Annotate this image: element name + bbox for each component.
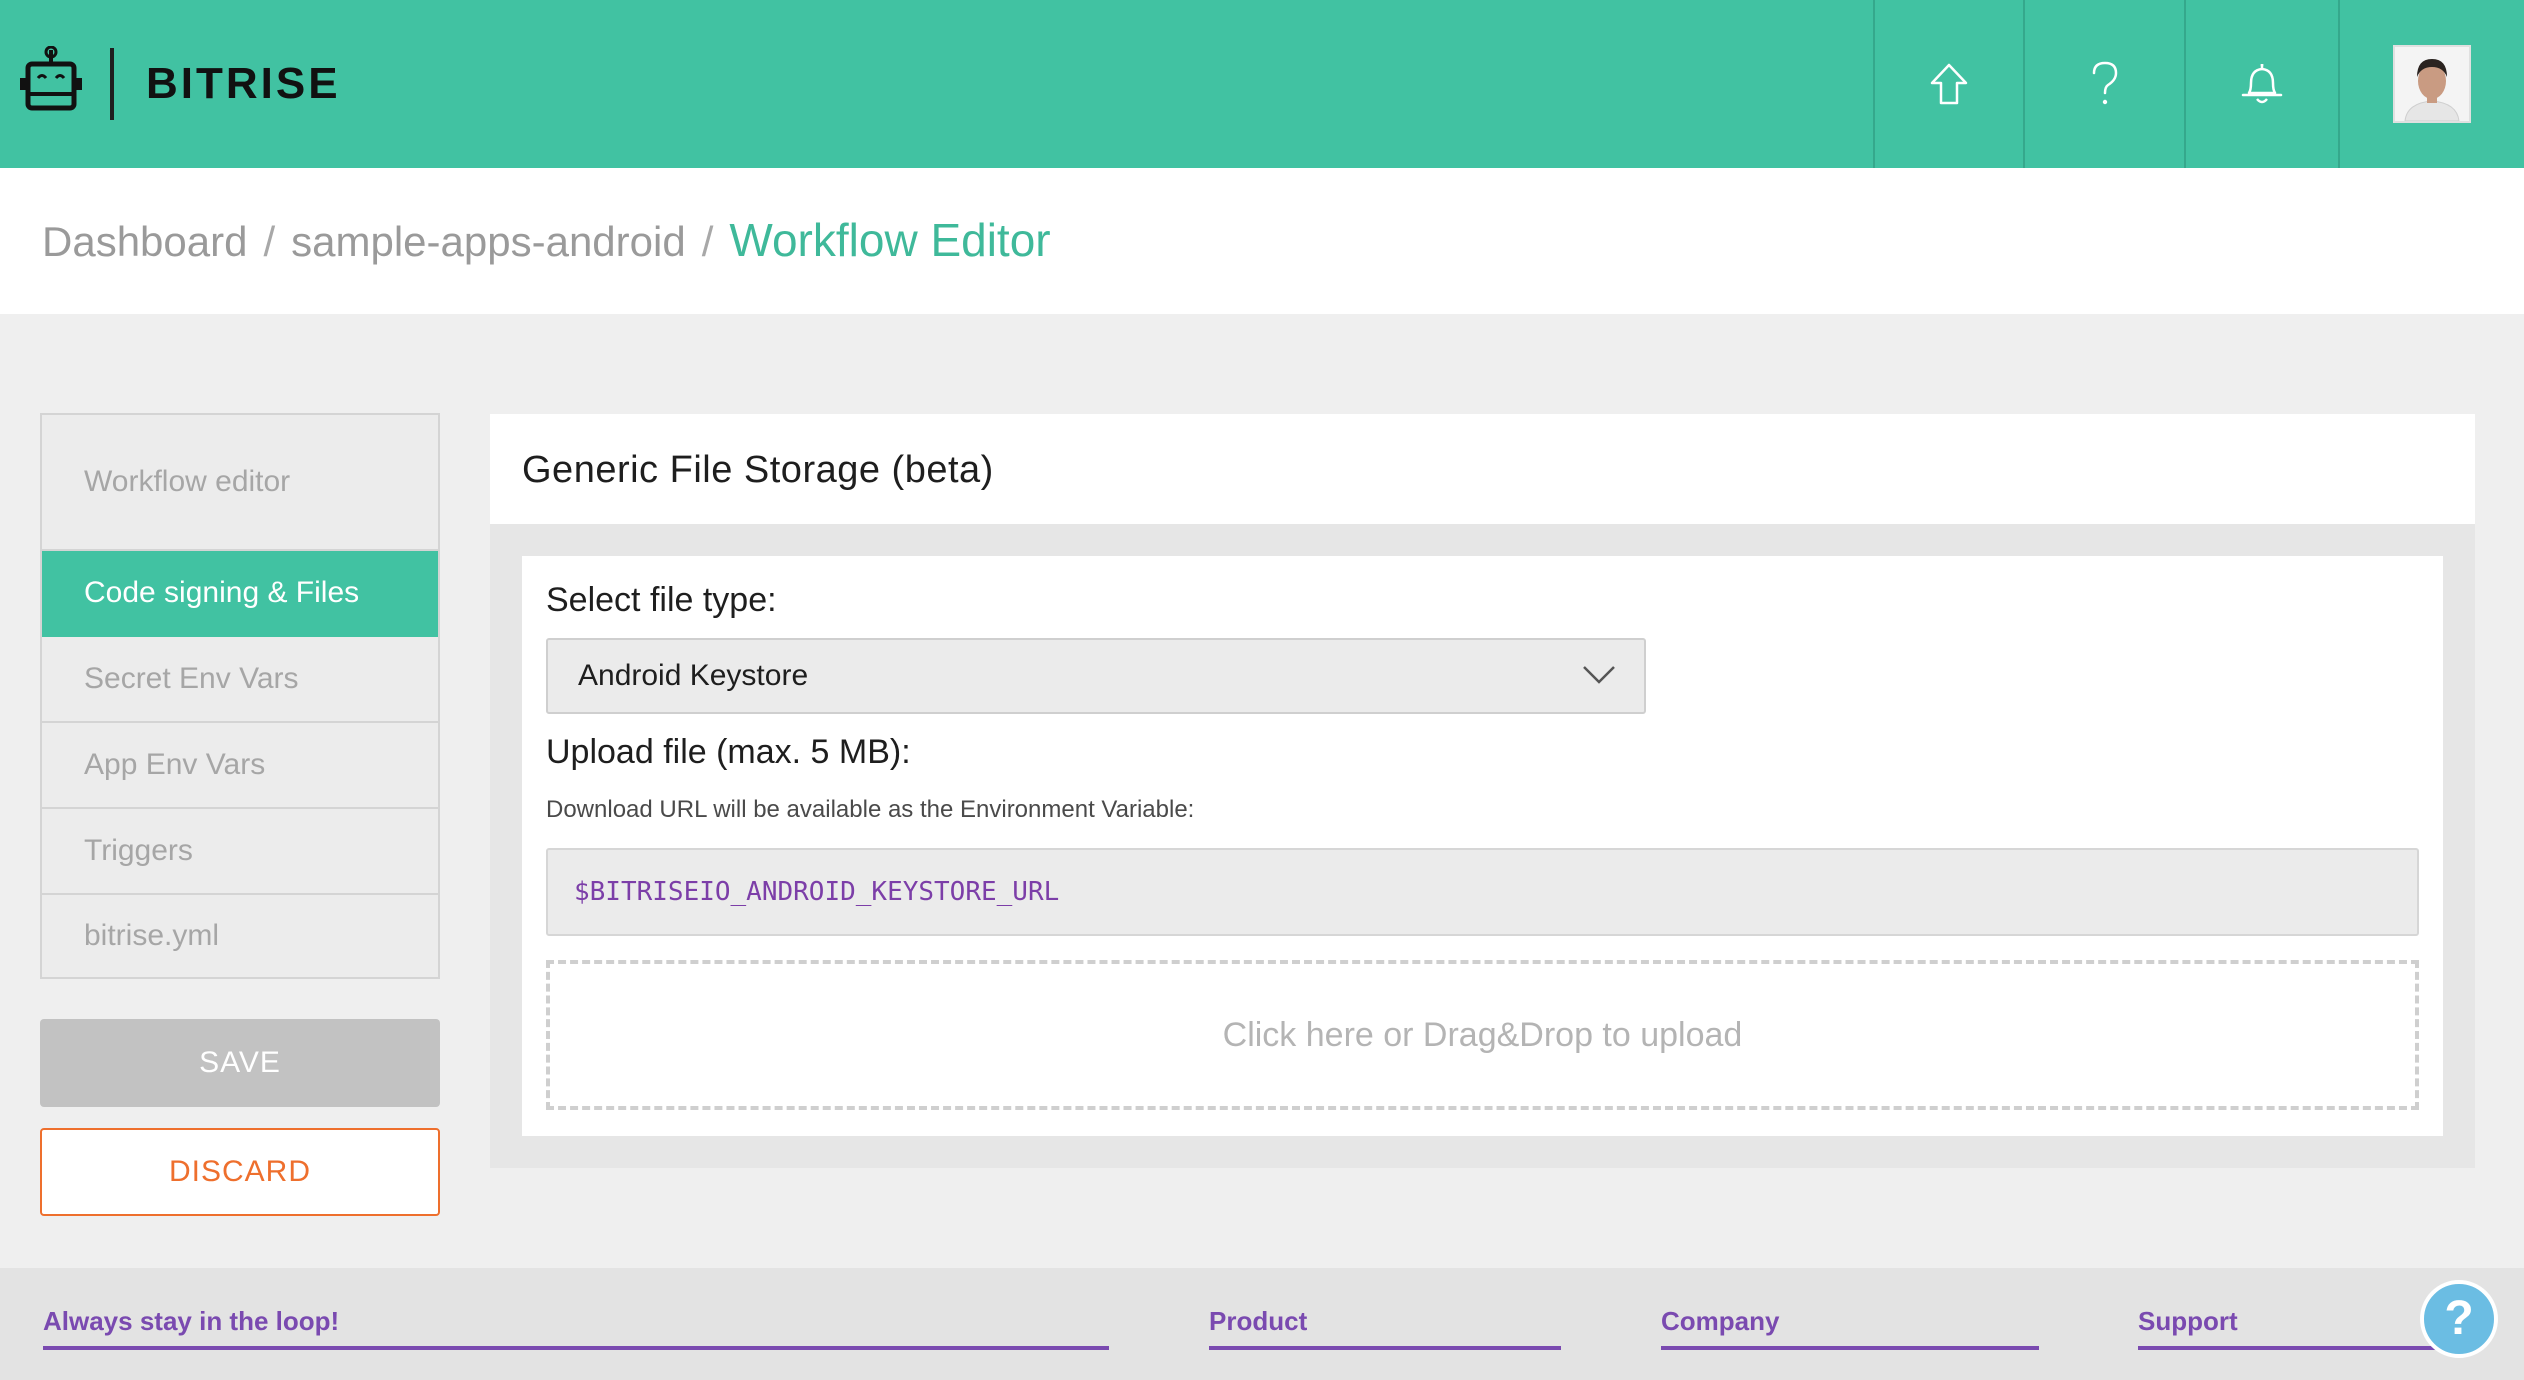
upload-file-label: Upload file (max. 5 MB): <box>546 733 911 771</box>
chevron-down-icon <box>1583 666 1615 684</box>
file-type-selected-value: Android Keystore <box>578 659 809 692</box>
env-var-hint: Download URL will be available as the En… <box>546 796 1195 823</box>
footer-heading-newsletter[interactable]: Always stay in the loop! <box>43 1306 1109 1336</box>
file-type-select[interactable]: Android Keystore <box>546 638 1646 714</box>
sidebar-item-workflow-editor[interactable]: Workflow editor <box>42 415 438 551</box>
home-icon <box>1930 63 1968 105</box>
sidebar-item-triggers[interactable]: Triggers <box>42 809 438 895</box>
breadcrumb-app-link[interactable]: sample-apps-android <box>291 218 686 265</box>
home-nav-button[interactable] <box>1873 0 2023 168</box>
breadcrumb-current-page: Workflow Editor <box>729 214 1051 266</box>
file-upload-card: Select file type: Android Keystore Uploa… <box>522 556 2443 1136</box>
breadcrumb: Dashboard / sample-apps-android / Workflow E… <box>42 208 1051 272</box>
workflow-side-menu: Workflow editor Code signing & Files Sec… <box>40 413 440 979</box>
question-icon <box>2092 61 2117 105</box>
sidebar-item-bitrise-yml[interactable]: bitrise.yml <box>42 895 438 977</box>
breadcrumb-separator: / <box>263 218 276 265</box>
help-nav-button[interactable] <box>2023 0 2184 168</box>
breadcrumb-bar: Dashboard / sample-apps-android / Workflow E… <box>0 168 2524 314</box>
panel-header: Generic File Storage (beta) <box>490 414 2475 524</box>
footer-heading-product[interactable]: Product <box>1209 1306 1561 1336</box>
user-avatar <box>2393 45 2471 123</box>
discard-button[interactable]: DISCARD <box>40 1128 440 1216</box>
footer-column-product: Product <box>1209 1306 1561 1350</box>
sidebar-item-secret-env-vars[interactable]: Secret Env Vars <box>42 637 438 723</box>
top-navigation-bar: BITRISE <box>0 0 2524 168</box>
env-var-value: $BITRISEIO_ANDROID_KEYSTORE_URL <box>574 877 1060 907</box>
panel-title: Generic File Storage (beta) <box>522 449 994 491</box>
dropzone-text: Click here or Drag&Drop to upload <box>1222 1015 1743 1054</box>
sidebar-item-code-signing-files[interactable]: Code signing & Files <box>42 551 438 637</box>
breadcrumb-separator: / <box>701 218 714 265</box>
footer-column-company: Company <box>1661 1306 2039 1350</box>
footer-column-newsletter: Always stay in the loop! <box>43 1306 1109 1350</box>
notifications-nav-button[interactable] <box>2184 0 2338 168</box>
sidebar-item-app-env-vars[interactable]: App Env Vars <box>42 723 438 809</box>
bell-icon <box>2241 64 2283 104</box>
save-button[interactable]: SAVE <box>40 1019 440 1107</box>
question-mark-icon: ? <box>2444 1292 2474 1345</box>
env-var-field[interactable]: $BITRISEIO_ANDROID_KEYSTORE_URL <box>546 848 2419 936</box>
footer-heading-company[interactable]: Company <box>1661 1306 2039 1336</box>
user-avatar-button[interactable] <box>2338 0 2524 168</box>
file-type-label: Select file type: <box>546 581 777 619</box>
help-chat-bubble-button[interactable]: ? <box>2420 1280 2498 1358</box>
footer: Always stay in the loop! Product Company… <box>0 1268 2524 1380</box>
generic-file-storage-panel: Generic File Storage (beta) Select file … <box>490 414 2475 1168</box>
brand-name[interactable]: BITRISE <box>146 54 341 114</box>
breadcrumb-dashboard-link[interactable]: Dashboard <box>42 218 247 265</box>
bitrise-robot-logo-icon[interactable] <box>18 45 84 120</box>
logo-divider <box>110 48 114 120</box>
upload-dropzone[interactable]: Click here or Drag&Drop to upload <box>546 960 2419 1110</box>
